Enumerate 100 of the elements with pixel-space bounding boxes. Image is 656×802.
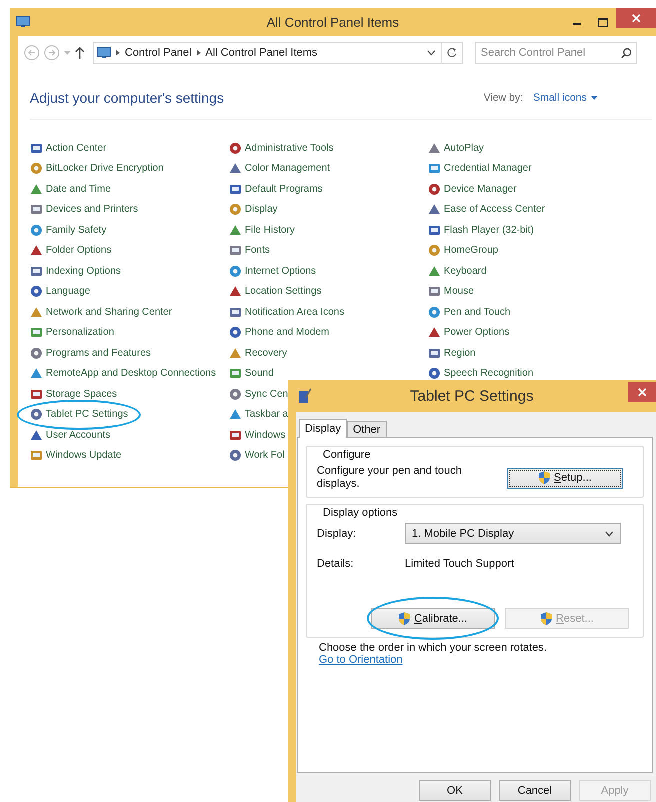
control-panel-link[interactable]: Network and Sharing Center (46, 306, 172, 318)
dialog-title: Tablet PC Settings (410, 388, 534, 404)
app-icon (229, 449, 242, 462)
close-icon (632, 14, 640, 22)
control-panel-link[interactable]: Programs and Features (46, 348, 152, 359)
control-panel-link[interactable]: Tablet PC Settings (46, 409, 128, 420)
tab[interactable]: Display (299, 419, 348, 438)
up-button[interactable] (75, 47, 85, 59)
control-panel-link[interactable]: Sound (245, 368, 274, 380)
control-panel-link[interactable]: Device Manager (444, 184, 517, 195)
app-icon (30, 203, 43, 216)
search-field[interactable]: Search Control Panel (475, 42, 637, 64)
control-panel-link[interactable]: Flash Player (32-bit) (444, 224, 534, 236)
window-title: All Control Panel Items (266, 14, 400, 30)
control-panel-link[interactable]: Action Center (46, 142, 107, 154)
control-panel-link[interactable]: Ease of Access Center (444, 204, 546, 216)
control-panel-link[interactable]: Region (444, 348, 476, 359)
control-panel-link[interactable]: Indexing Options (46, 266, 122, 277)
app-icon (229, 408, 242, 422)
control-panel-link[interactable]: Administrative Tools (245, 142, 334, 154)
app-icon (229, 264, 242, 278)
app-icon (30, 224, 43, 237)
control-panel-link[interactable]: Display (245, 204, 278, 216)
app-icon (30, 285, 43, 298)
control-panel-link[interactable]: File History (245, 224, 296, 236)
control-panel-link[interactable]: Location Settings (245, 286, 322, 298)
control-panel-link[interactable]: Internet Options (245, 266, 316, 277)
control-panel-link[interactable]: Personalization (46, 327, 114, 338)
control-panel-link[interactable]: Windows Update (46, 450, 122, 462)
app-icon (229, 367, 242, 380)
chevron-down-icon[interactable] (427, 50, 436, 56)
view-by-dropdown[interactable]: Small icons (533, 92, 598, 104)
app-icon (428, 224, 441, 237)
app-icon (30, 264, 43, 278)
page-heading: Adjust your computer's settings (30, 90, 224, 106)
tab[interactable]: Other (347, 421, 387, 437)
action-button[interactable]: Calibrate... (371, 608, 495, 629)
app-icon (229, 428, 242, 442)
group-title: Configure (323, 449, 371, 461)
breadcrumb[interactable]: All Control Panel Items (206, 47, 318, 59)
control-panel-link[interactable]: Power Options (444, 327, 510, 338)
app-icon (229, 326, 242, 340)
dialog-button[interactable]: OK (419, 780, 491, 801)
app-icon (30, 326, 43, 340)
control-panel-link[interactable]: Language (46, 286, 90, 298)
control-panel-link[interactable]: Pen and Touch (444, 306, 511, 318)
control-panel-link[interactable]: User Accounts (46, 430, 110, 441)
app-icon (30, 367, 43, 380)
control-panel-link[interactable]: Fonts (245, 245, 270, 256)
app-icon (229, 142, 242, 155)
display-dropdown[interactable]: 1. Mobile PC Display (405, 523, 621, 544)
dialog-button[interactable]: Cancel (499, 780, 571, 801)
control-panel-link[interactable]: Color Management (245, 163, 330, 174)
app-icon (229, 182, 242, 196)
app-icon (229, 346, 242, 360)
orientation-link[interactable]: Go to Orientation (319, 654, 403, 666)
display-label: Display: (317, 528, 358, 540)
control-panel-link[interactable]: Keyboard (444, 266, 487, 277)
control-panel-link[interactable]: Work Fol (245, 450, 285, 462)
control-panel-link[interactable]: BitLocker Drive Encryption (46, 163, 164, 174)
app-icon (428, 142, 441, 155)
control-panel-link[interactable]: Storage Spaces (46, 388, 118, 400)
app-icon (30, 388, 43, 401)
control-panel-link[interactable]: Mouse (444, 286, 474, 298)
address-bar[interactable]: Control Panel All Control Panel Items (93, 42, 463, 64)
close-button[interactable] (628, 382, 656, 402)
app-icon (428, 162, 441, 176)
app-icon (428, 367, 441, 380)
control-panel-link[interactable]: Default Programs (245, 184, 323, 195)
control-panel-link[interactable]: Speech Recognition (444, 368, 534, 380)
app-icon (30, 306, 43, 319)
view-by-label: View by: (484, 92, 524, 104)
control-panel-link[interactable]: RemoteApp and Desktop Connections (46, 368, 216, 380)
control-panel-link[interactable]: Family Safety (46, 224, 107, 236)
maximize-icon (598, 18, 608, 26)
control-panel-link[interactable]: Phone and Modem (245, 327, 330, 338)
shield-icon (398, 612, 412, 626)
control-panel-link[interactable]: HomeGroup (444, 245, 498, 256)
control-panel-link[interactable]: Taskbar a (245, 409, 288, 420)
control-panel-link[interactable]: Notification Area Icons (245, 306, 344, 318)
control-panel-link[interactable]: Windows (245, 430, 286, 441)
action-button[interactable]: Setup... (507, 468, 623, 488)
breadcrumb-arrow-icon (116, 50, 120, 56)
control-panel-link[interactable]: Folder Options (46, 245, 112, 256)
app-icon (428, 326, 441, 340)
control-panel-link[interactable]: Credential Manager (444, 163, 532, 174)
control-panel-link[interactable]: Date and Time (46, 184, 112, 195)
app-icon (428, 346, 441, 360)
control-panel-link[interactable]: Sync Cen (245, 388, 288, 400)
app-icon (229, 244, 242, 258)
app-icon (428, 306, 441, 319)
app-icon (30, 162, 43, 176)
control-panel-link[interactable]: Recovery (245, 348, 288, 359)
control-panel-link[interactable]: AutoPlay (444, 142, 484, 154)
app-icon (229, 162, 242, 176)
app-icon (229, 285, 242, 298)
app-icon (229, 224, 242, 237)
control-panel-link[interactable]: Devices and Printers (46, 204, 138, 216)
close-button[interactable] (616, 8, 656, 28)
breadcrumb[interactable]: Control Panel (125, 47, 192, 59)
